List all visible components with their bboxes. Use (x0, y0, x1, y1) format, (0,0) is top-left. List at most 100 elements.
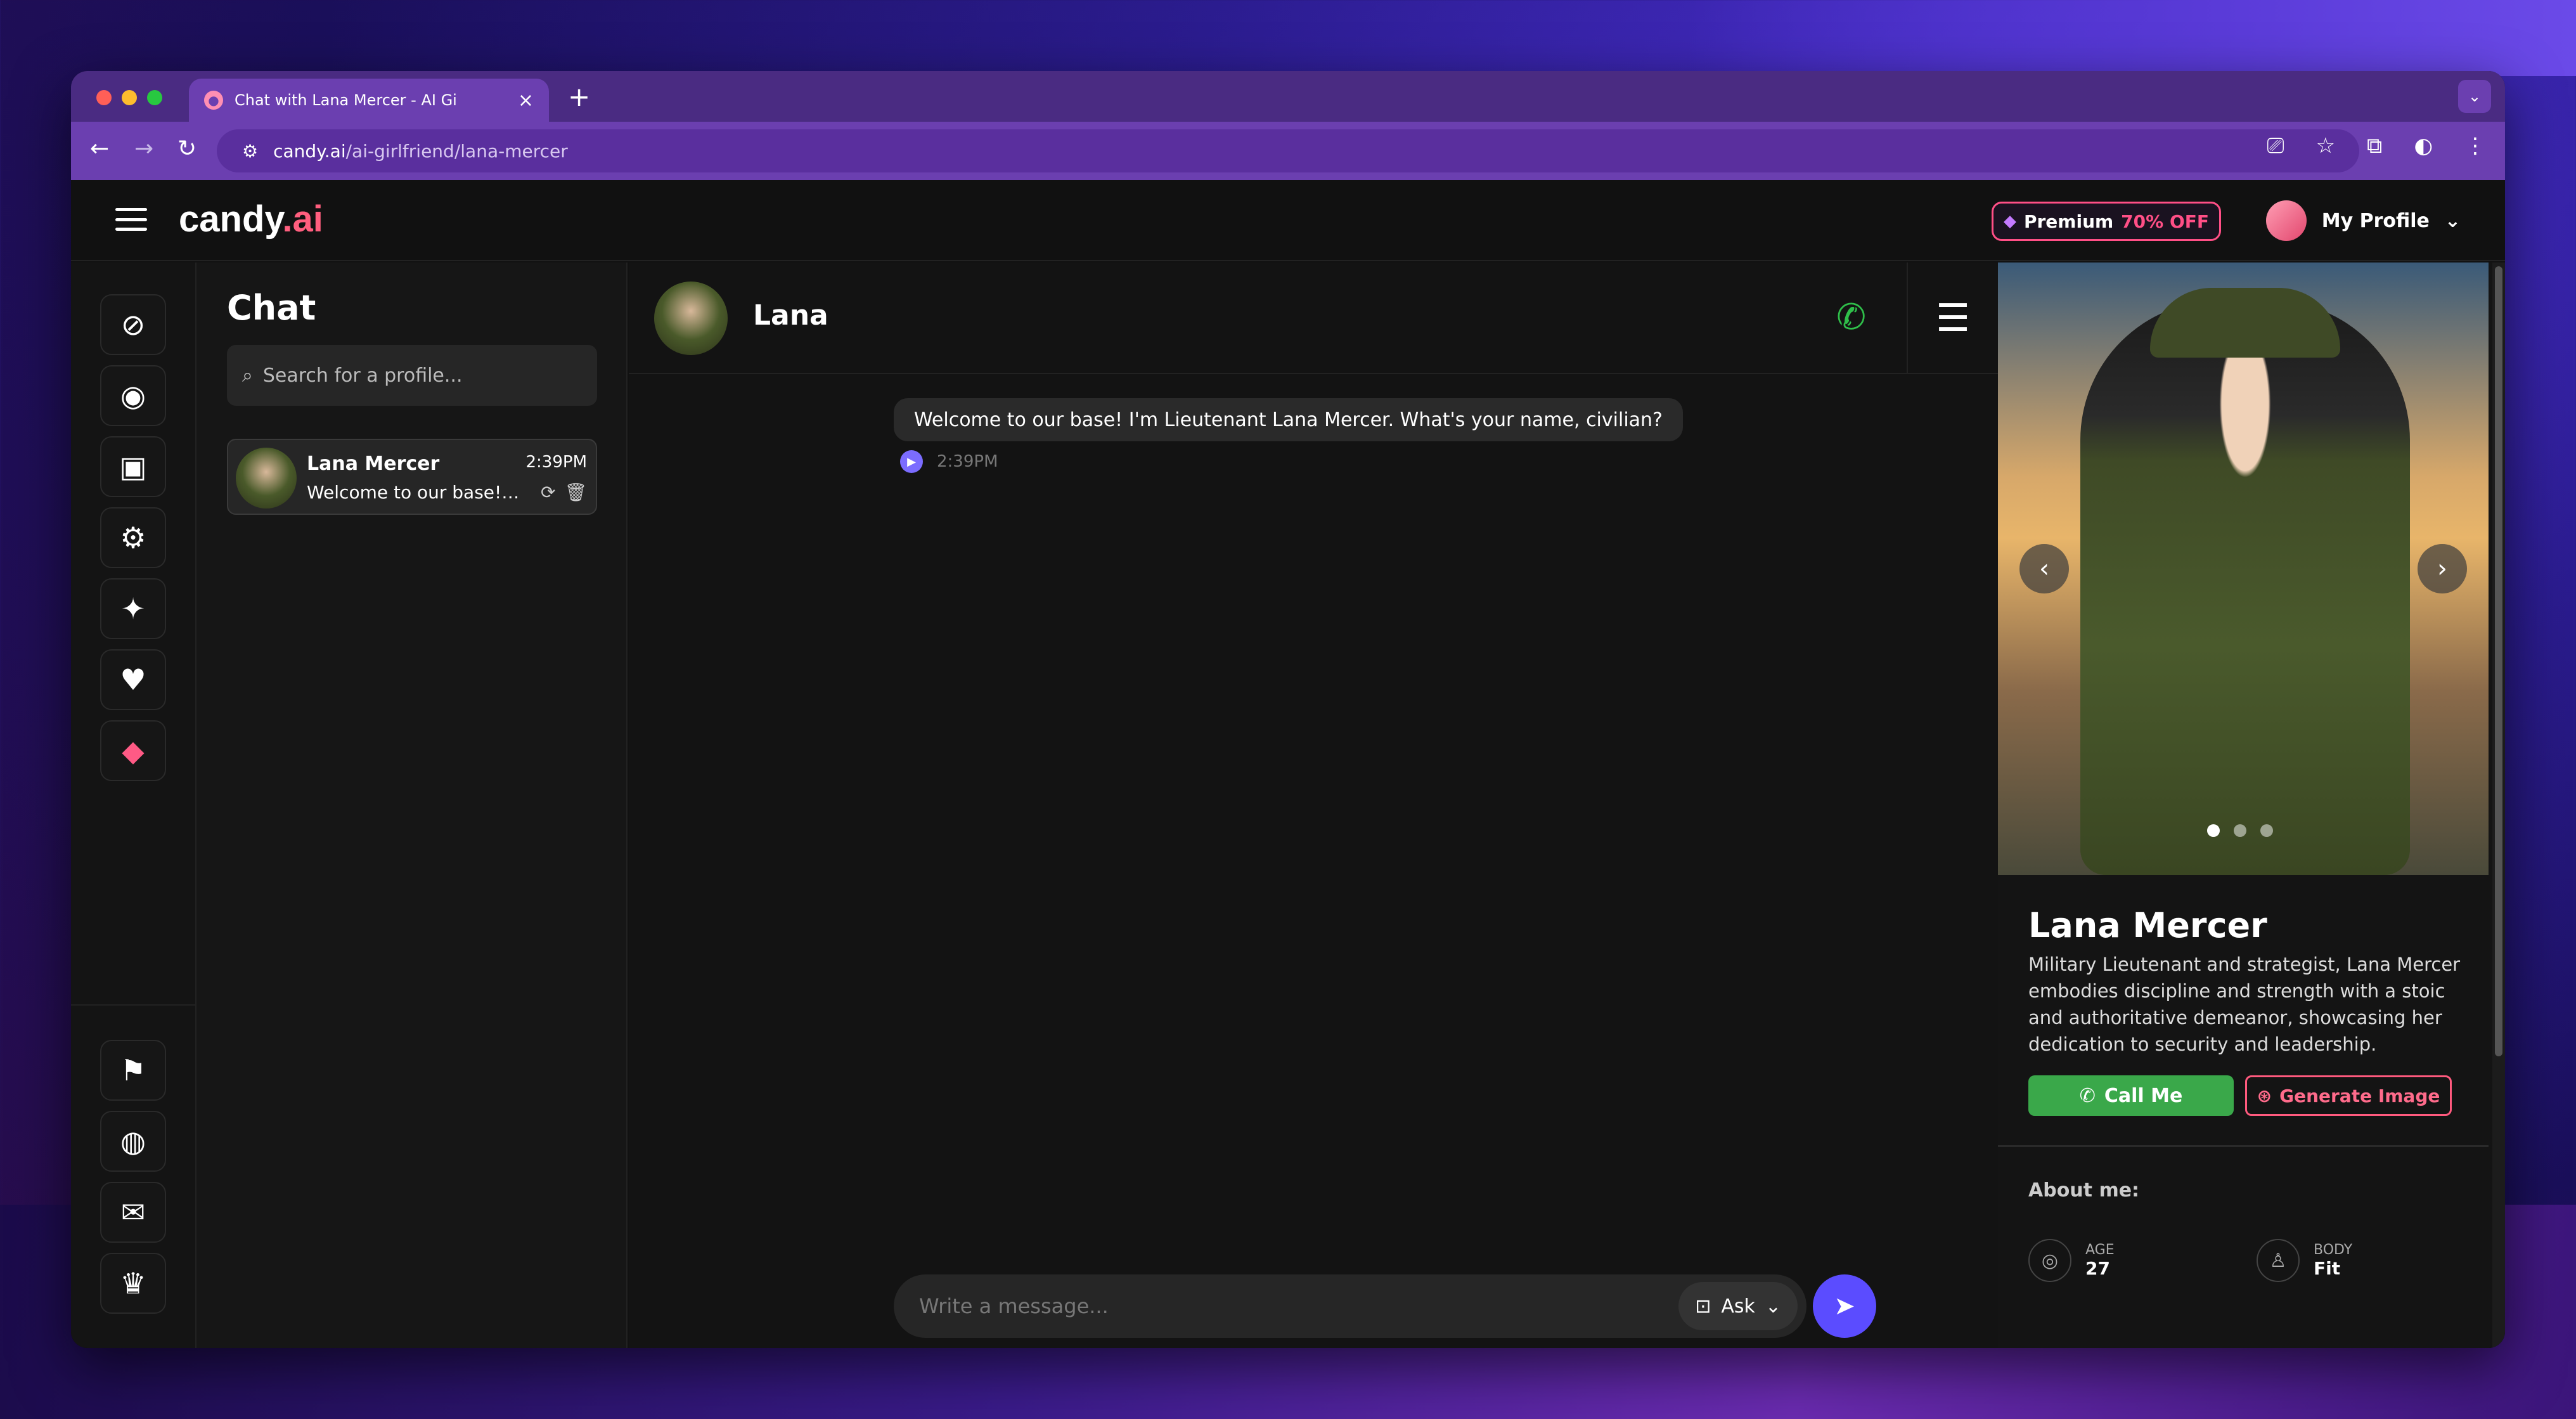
chat-item-preview: Welcome to our base! I'm Lieutenant Lana… (307, 482, 522, 503)
call-me-button[interactable]: ✆ Call Me (2028, 1075, 2234, 1116)
attribute-value: Fit (2314, 1258, 2341, 1279)
gallery-image-icon[interactable]: ▣ (100, 436, 166, 497)
minimize-window-button[interactable] (122, 90, 137, 105)
generate-magic-wand-icon[interactable]: ✦ (100, 578, 166, 639)
chat-item-time: 2:39PM (525, 453, 588, 472)
message-bubble: Welcome to our base! I'm Lieutenant Lana… (894, 398, 1683, 441)
close-tab-icon[interactable]: × (518, 89, 534, 112)
phone-call-icon[interactable]: ✆ (1836, 297, 1866, 338)
browser-tab[interactable]: ● Chat with Lana Mercer - AI Gi × (189, 79, 549, 122)
close-window-button[interactable] (96, 90, 112, 105)
search-input[interactable]: Search for a profile... (263, 365, 463, 387)
logo[interactable]: candy.ai (179, 198, 323, 240)
discord-icon[interactable]: ◍ (100, 1111, 166, 1172)
attribute-label: AGE (2085, 1242, 2115, 1258)
hamburger-menu-icon[interactable] (115, 208, 147, 231)
tab-bar: ● Chat with Lana Mercer - AI Gi × + ⌄ (71, 71, 2505, 122)
cast-icon[interactable]: ⎚ (2267, 133, 2284, 159)
profile-divider (1998, 1145, 2489, 1147)
carousel-dot[interactable] (2207, 824, 2220, 837)
age-attribute: ◎ AGE 27 (2028, 1239, 2115, 1282)
generate-image-label: Generate Image (2279, 1085, 2440, 1106)
account-icon[interactable]: ◐ (2414, 133, 2433, 159)
about-heading: About me: (2028, 1179, 2140, 1202)
chat-list-item[interactable]: Lana Mercer 2:39PM Welcome to our base! … (227, 439, 597, 515)
profile-scrollbar[interactable] (2492, 262, 2505, 1348)
scrollbar-thumb[interactable] (2495, 266, 2502, 1056)
window-controls (96, 90, 162, 105)
character-cap (2150, 288, 2340, 358)
language-flag-icon[interactable]: ⚑ (100, 1040, 166, 1101)
premium-button[interactable]: ◆ Premium 70% OFF (1991, 202, 2221, 241)
contact-mail-icon[interactable]: ✉ (100, 1182, 166, 1243)
chat-bubble-icon[interactable]: ◉ (100, 365, 166, 426)
conversation-header: Lana ✆ ☰ (629, 262, 1998, 374)
address-bar: ← → ↻ ⚙ candy.ai/ai-girlfriend/lana-merc… (71, 122, 2505, 180)
phone-icon: ✆ (2079, 1084, 2096, 1107)
carousel-prev-icon[interactable]: ‹ (2019, 544, 2069, 593)
avatar (236, 448, 297, 509)
ask-label: Ask (1721, 1295, 1755, 1318)
character-profile-panel: ‹ › Lana Mercer Military Lieutenant and … (1998, 262, 2505, 1348)
site-info-icon[interactable]: ⚙ (242, 141, 258, 162)
sidebar-divider (71, 1004, 196, 1006)
ask-dropdown-button[interactable]: ⊡ Ask ⌄ (1678, 1282, 1798, 1330)
premium-diamond-icon[interactable]: ◆ (100, 720, 166, 781)
delete-chat-icon[interactable]: 🗑 (564, 482, 587, 503)
toggle-profile-panel-icon[interactable]: ☰ (1907, 262, 1998, 374)
character-image: ‹ › (1998, 262, 2489, 875)
my-ai-heart-icon[interactable]: ♥ (100, 649, 166, 710)
premium-label: Premium (2023, 211, 2114, 232)
send-button[interactable]: ➤ (1813, 1274, 1876, 1338)
premium-discount: 70% OFF (2121, 211, 2209, 232)
profile-menu[interactable]: My Profile ⌄ (2265, 200, 2461, 241)
tab-search-button[interactable]: ⌄ (2458, 80, 2491, 113)
chevron-down-icon: ⌄ (1765, 1295, 1781, 1318)
generate-image-button[interactable]: ⊛ Generate Image (2245, 1075, 2452, 1116)
message-input[interactable] (919, 1294, 1679, 1318)
play-voice-icon[interactable]: ▶ (900, 450, 923, 473)
carousel-dot[interactable] (2260, 824, 2273, 837)
url-domain: candy.ai (273, 140, 346, 162)
body-icon: ♙ (2257, 1239, 2300, 1282)
back-icon[interactable]: ← (90, 136, 109, 162)
create-character-icon[interactable]: ⚙ (100, 507, 166, 568)
explore-compass-icon[interactable]: ⊘ (100, 294, 166, 355)
forward-icon[interactable]: → (134, 136, 153, 162)
attribute-label: BODY (2314, 1242, 2353, 1258)
reset-chat-icon[interactable]: ⟳ (541, 482, 555, 503)
carousel-dot[interactable] (2234, 824, 2246, 837)
generate-image-icon: ⊛ (2257, 1085, 2272, 1106)
message-meta: ▶ 2:39PM (900, 450, 998, 473)
age-icon: ◎ (2028, 1239, 2071, 1282)
search-icon: ⌕ (242, 364, 253, 387)
character-description: Military Lieutenant and strategist, Lana… (2028, 954, 2461, 1055)
attribute-value: 27 (2085, 1258, 2110, 1279)
url-field[interactable]: ⚙ candy.ai/ai-girlfriend/lana-mercer (217, 129, 2359, 172)
avatar (2265, 200, 2307, 241)
browser-toolbar-icons: ⎚ ☆ ⧉ ◐ ⋮ (2267, 133, 2486, 159)
avatar[interactable] (654, 282, 728, 355)
bookmark-star-icon[interactable]: ☆ (2316, 133, 2335, 159)
character-name: Lana Mercer (2028, 905, 2267, 945)
carousel-next-icon[interactable]: › (2418, 544, 2467, 593)
chat-item-name: Lana Mercer (307, 453, 440, 475)
chat-list-panel: Chat ⌕ Search for a profile... Lana Merc… (196, 262, 628, 1348)
search-box[interactable]: ⌕ Search for a profile... (227, 345, 597, 406)
character-figure (2080, 301, 2410, 875)
maximize-window-button[interactable] (147, 90, 162, 105)
app-header: candy.ai ◆ Premium 70% OFF My Profile ⌄ (71, 180, 2505, 261)
browser-window: ● Chat with Lana Mercer - AI Gi × + ⌄ ← … (71, 71, 2505, 1348)
body-attribute: ♙ BODY Fit (2257, 1239, 2352, 1282)
more-menu-icon[interactable]: ⋮ (2464, 133, 2486, 159)
candy-favicon-icon: ● (204, 91, 223, 110)
conversation-panel: Lana ✆ ☰ Welcome to our base! I'm Lieute… (629, 262, 1998, 1348)
trophy-icon[interactable]: ♛ (100, 1253, 166, 1314)
extensions-icon[interactable]: ⧉ (2367, 133, 2382, 159)
carousel-dots (2207, 824, 2273, 837)
tab-title: Chat with Lana Mercer - AI Gi (235, 91, 457, 109)
reload-icon[interactable]: ↻ (177, 136, 196, 162)
new-tab-button[interactable]: + (568, 81, 590, 112)
icon-sidebar: ⊘ ◉ ▣ ⚙ ✦ ♥ ◆ ⚑ ◍ ✉ ♛ (71, 262, 196, 1348)
conversation-name: Lana (753, 299, 828, 332)
